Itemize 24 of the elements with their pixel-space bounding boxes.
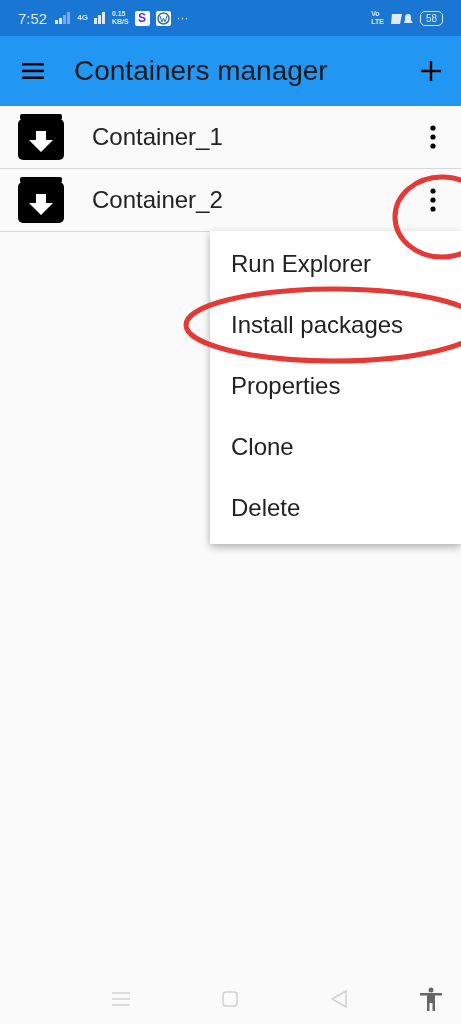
gamepad-bell-icon: [389, 11, 414, 25]
container-row[interactable]: Container_1: [0, 106, 461, 169]
menu-item[interactable]: Delete: [210, 477, 461, 538]
menu-icon[interactable]: [22, 63, 44, 79]
more-vertical-icon: [430, 188, 436, 212]
archive-download-icon: [17, 113, 65, 161]
container-name: Container_1: [92, 123, 224, 151]
network-type: 4G: [77, 14, 88, 22]
app-title: Containers manager: [74, 55, 329, 87]
accessibility-icon[interactable]: [420, 987, 442, 1011]
more-notifications: ···: [176, 11, 189, 25]
menu-item[interactable]: Clone: [210, 416, 461, 477]
app-badge: S: [134, 10, 150, 26]
wordpress-icon: [155, 10, 171, 26]
add-icon[interactable]: [421, 61, 441, 81]
more-vertical-icon: [430, 125, 436, 149]
battery-level: 58: [419, 10, 443, 26]
menu-item[interactable]: Run Explorer: [210, 233, 461, 294]
archive-download-icon: [17, 176, 65, 224]
clock-time: 7:52: [18, 9, 48, 27]
menu-item[interactable]: Properties: [210, 355, 461, 416]
signal-icon: [93, 12, 106, 24]
container-name: Container_2: [92, 186, 224, 214]
signal-icon: [55, 12, 72, 24]
